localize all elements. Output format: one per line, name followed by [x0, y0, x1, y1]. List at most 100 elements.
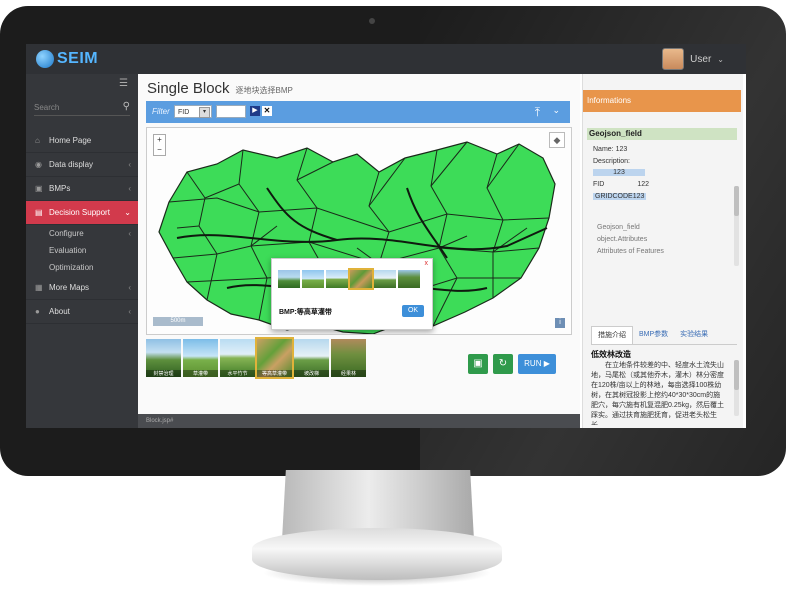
bmp-strip-label: 水平竹节	[220, 370, 255, 377]
sidebar-subitem-evaluation[interactable]: Evaluation	[26, 242, 138, 259]
zoom-out-button[interactable]: −	[154, 145, 165, 155]
avatar	[662, 48, 685, 70]
zoom-control: + −	[153, 134, 166, 156]
attr-name-value: 123	[615, 146, 628, 153]
bmp-strip-label: 草灌带	[183, 370, 218, 377]
sidebar-subitem-configure[interactable]: Configure ‹	[26, 225, 138, 242]
app-name: SEIM	[57, 50, 99, 67]
map-view[interactable]: + − ◆ 500m i x BMP:等高草灌带 OK	[146, 127, 572, 335]
filter-value-input[interactable]	[216, 105, 246, 118]
upload-icon[interactable]: ⤒	[535, 105, 540, 120]
attr-description-label: Description:	[593, 158, 630, 165]
bmp-thumbnail[interactable]	[278, 270, 300, 288]
zoom-in-button[interactable]: +	[154, 135, 165, 145]
bmp-strip-item[interactable]: 经果林	[331, 339, 366, 377]
filter-field-select[interactable]: FID ▾	[174, 105, 212, 118]
chevron-down-icon: ⌄	[717, 54, 724, 64]
desc-line: Geojson_field	[597, 224, 640, 231]
scale-bar: 500m	[153, 317, 203, 326]
clear-filter-button[interactable]: ✕	[262, 106, 272, 116]
sidebar-item-decision-support[interactable]: ▤ Decision Support ⌄	[26, 201, 138, 225]
layers-icon[interactable]: ◆	[549, 132, 565, 148]
attr-name-label: Name:	[593, 146, 614, 153]
chevron-left-icon: ‹	[128, 283, 131, 292]
sidebar-subitem-label: Optimization	[49, 263, 94, 272]
bmp-strip-item[interactable]: 坡改梯	[294, 339, 329, 377]
run-label: RUN	[524, 359, 542, 368]
main-content: Single Block 逐地块选择BMP Filter FID ▾ ▶ ✕ ⤒…	[138, 74, 580, 428]
chevron-left-icon: ‹	[128, 184, 131, 193]
sidebar: ☰ ⚲ ⌂ Home Page ◉ Data display ‹ ▣ BMPs …	[26, 74, 138, 428]
apply-filter-button[interactable]: ▶	[250, 106, 260, 116]
bmp-thumbnail[interactable]	[302, 270, 324, 288]
bmp-thumbnail[interactable]	[326, 270, 348, 288]
search-box: ⚲	[34, 101, 130, 116]
close-icon[interactable]: x	[425, 260, 429, 267]
chevron-down-icon[interactable]: ⌄	[552, 105, 560, 116]
hamburger-icon[interactable]: ☰	[119, 78, 128, 89]
search-icon[interactable]: ⚲	[123, 101, 130, 112]
attr-fid-value: 122	[637, 181, 649, 188]
filter-bar: Filter FID ▾ ▶ ✕ ⤒ ⌄	[146, 101, 570, 123]
chevron-down-icon: ▾	[199, 107, 210, 118]
bmp-strip-label: 等高草灌带	[257, 370, 292, 377]
sidebar-nav: ⌂ Home Page ◉ Data display ‹ ▣ BMPs ‹ ▤ …	[26, 129, 138, 324]
app-logo[interactable]: SEIM	[36, 50, 98, 68]
info-panel: Informations Geojson_field Name: 123 Des…	[582, 74, 743, 428]
run-button[interactable]: RUN ▶	[518, 354, 556, 374]
tab-bmp-params[interactable]: BMP参数	[633, 326, 674, 344]
tab-results[interactable]: 实验结果	[674, 326, 714, 344]
article-scrollbar[interactable]	[734, 360, 739, 416]
filter-field-value: FID	[178, 109, 190, 116]
info-icon[interactable]: i	[555, 318, 565, 328]
article-title: 低效林改造	[591, 350, 631, 359]
sidebar-item-bmps[interactable]: ▣ BMPs ‹	[26, 177, 138, 201]
desc-line: Attributes of Features	[597, 248, 664, 255]
sidebar-item-home[interactable]: ⌂ Home Page	[26, 129, 138, 153]
bmp-strip-label: 坡改梯	[294, 370, 329, 377]
refresh-button[interactable]: ↻	[493, 354, 513, 374]
article-text: 在立地条件较差的中、轻度水土流失山地，马尾松（或其他乔木，灌木）林分密度在120…	[591, 362, 725, 425]
page-header: Single Block 逐地块选择BMP	[147, 80, 293, 97]
bmp-icon: ▣	[35, 184, 43, 193]
webcam	[369, 18, 375, 24]
scrollbar-thumb[interactable]	[734, 360, 739, 390]
user-menu[interactable]: User ⌄	[662, 48, 724, 70]
attr-description: 123	[593, 169, 733, 176]
info-tabs: 措施介绍 BMP参数 实验结果	[591, 326, 737, 345]
globe-icon	[36, 50, 54, 68]
chevron-left-icon: ‹	[128, 307, 131, 316]
sidebar-item-more-maps[interactable]: ▦ More Maps ‹	[26, 276, 138, 300]
sidebar-item-label: Data display	[49, 160, 94, 169]
geojson-field-title: Geojson_field	[587, 128, 737, 140]
bmp-strip-item[interactable]: 水平竹节	[220, 339, 255, 377]
page-title: Single Block	[147, 80, 230, 97]
bmp-popup: x BMP:等高草灌带 OK	[271, 258, 433, 330]
info-panel-header: Informations	[583, 90, 741, 112]
bmp-strip-item[interactable]: 等高草灌带	[255, 337, 294, 379]
bmp-thumbnail[interactable]	[398, 270, 420, 288]
bmp-thumbnail[interactable]	[348, 268, 374, 290]
search-input[interactable]	[34, 101, 114, 114]
bmp-thumbnail[interactable]	[374, 270, 396, 288]
ok-button[interactable]: OK	[402, 305, 424, 317]
bmp-thumbnail-row	[278, 268, 420, 290]
scrollbar-thumb[interactable]	[734, 186, 739, 216]
tab-bmp-intro[interactable]: 措施介绍	[591, 326, 633, 344]
sidebar-item-about[interactable]: ● About ‹	[26, 300, 138, 324]
chevron-left-icon: ‹	[128, 229, 131, 238]
chevron-down-icon: ⌄	[124, 208, 131, 217]
sidebar-item-label: BMPs	[49, 184, 71, 193]
desc-line: object.Attributes	[597, 236, 648, 243]
save-button[interactable]: ▣	[468, 354, 488, 374]
filter-label: Filter	[152, 107, 170, 116]
sidebar-subitem-optimization[interactable]: Optimization	[26, 259, 138, 276]
chart-icon: ◉	[35, 160, 42, 169]
attr-scrollbar[interactable]	[734, 186, 739, 266]
sidebar-subitem-label: Configure	[49, 229, 84, 238]
user-name: User	[690, 53, 712, 65]
top-bar: SEIM User ⌄	[26, 44, 746, 74]
bmp-strip-item[interactable]: 草灌带	[183, 339, 218, 377]
sidebar-item-data-display[interactable]: ◉ Data display ‹	[26, 153, 138, 177]
bmp-strip-item[interactable]: 封禁治理	[146, 339, 181, 377]
